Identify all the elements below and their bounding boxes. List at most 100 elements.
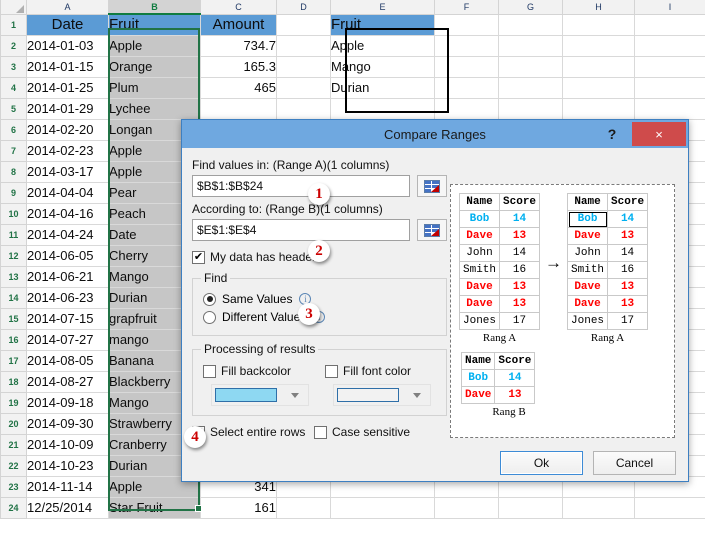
cell-h[interactable] <box>562 34 635 57</box>
cell-a[interactable]: 2014-01-03 <box>26 34 109 57</box>
row-header[interactable]: 23 <box>0 475 27 498</box>
row-header[interactable]: 4 <box>0 76 27 99</box>
cell-g[interactable] <box>498 55 563 78</box>
cell-a[interactable]: 2014-04-16 <box>26 202 109 225</box>
cell-a[interactable]: 2014-09-18 <box>26 391 109 414</box>
range-a-input[interactable] <box>192 175 410 197</box>
column-header-b[interactable]: B <box>108 0 201 15</box>
cell-f[interactable] <box>434 13 499 36</box>
case-sensitive-checkbox[interactable]: Case sensitive <box>314 425 410 439</box>
row-header[interactable]: 21 <box>0 433 27 456</box>
cell-h[interactable] <box>562 496 635 519</box>
row-header[interactable]: 18 <box>0 370 27 393</box>
row-header[interactable]: 19 <box>0 391 27 414</box>
backcolor-picker[interactable] <box>211 384 309 406</box>
cell-a[interactable]: 2014-09-30 <box>26 412 109 435</box>
cell-c[interactable]: 161 <box>200 496 277 519</box>
cell-c[interactable]: 465 <box>200 76 277 99</box>
cell-i[interactable] <box>634 55 705 78</box>
cell-e[interactable]: Durian <box>330 76 435 99</box>
cell-b[interactable]: Plum <box>108 76 201 99</box>
cell-d[interactable] <box>276 496 331 519</box>
compare-ranges-dialog[interactable]: Compare Ranges ? × Find values in: (Rang… <box>181 119 689 482</box>
cell-a[interactable]: 2014-10-09 <box>26 433 109 456</box>
cell-a[interactable]: 2014-08-05 <box>26 349 109 372</box>
cell-c[interactable]: 165.3 <box>200 55 277 78</box>
column-header-d[interactable]: D <box>276 0 331 15</box>
cell-e[interactable] <box>330 496 435 519</box>
cell-a[interactable]: 2014-04-04 <box>26 181 109 204</box>
cell-f[interactable] <box>434 496 499 519</box>
row-header[interactable]: 7 <box>0 139 27 162</box>
range-b-picker-button[interactable] <box>417 219 447 241</box>
cell-f[interactable] <box>434 76 499 99</box>
cell-i[interactable] <box>634 76 705 99</box>
cell-c[interactable] <box>200 97 277 120</box>
cell-e[interactable]: Apple <box>330 34 435 57</box>
fill-fontcolor-checkbox[interactable]: Fill font color <box>325 364 411 378</box>
cell-a[interactable]: 2014-02-20 <box>26 118 109 141</box>
cell-c[interactable]: 734.7 <box>200 34 277 57</box>
cell-b[interactable]: Star Fruit <box>108 496 201 519</box>
cell-d[interactable] <box>276 13 331 36</box>
cell-a[interactable]: 2014-02-23 <box>26 139 109 162</box>
column-header-i[interactable]: I <box>634 0 705 15</box>
row-header[interactable]: 15 <box>0 307 27 330</box>
range-b-input[interactable] <box>192 219 410 241</box>
row-header[interactable]: 3 <box>0 55 27 78</box>
different-values-radio[interactable]: Different Values i <box>203 310 438 324</box>
row-header[interactable]: 2 <box>0 34 27 57</box>
cell-h[interactable] <box>562 76 635 99</box>
select-all-corner[interactable] <box>0 0 27 15</box>
column-header-a[interactable]: A <box>26 0 109 15</box>
dialog-titlebar[interactable]: Compare Ranges ? × <box>182 120 688 148</box>
row-header[interactable]: 9 <box>0 181 27 204</box>
cell-g[interactable] <box>498 496 563 519</box>
help-icon[interactable]: ? <box>598 120 626 148</box>
cell-a[interactable]: 2014-07-15 <box>26 307 109 330</box>
row-header[interactable]: 5 <box>0 97 27 120</box>
cell-e[interactable]: Mango <box>330 55 435 78</box>
cell-i[interactable] <box>634 97 705 120</box>
cell-e[interactable]: Fruit <box>330 13 435 36</box>
cell-a[interactable]: 2014-04-24 <box>26 223 109 246</box>
row-header[interactable]: 11 <box>0 223 27 246</box>
ok-button[interactable]: Ok <box>500 451 583 475</box>
cell-a[interactable]: 2014-06-23 <box>26 286 109 309</box>
fill-backcolor-checkbox[interactable]: Fill backcolor <box>203 364 325 378</box>
cell-g[interactable] <box>498 97 563 120</box>
row-header[interactable]: 24 <box>0 496 27 519</box>
cell-c[interactable]: Amount <box>200 13 277 36</box>
cell-g[interactable] <box>498 76 563 99</box>
row-header[interactable]: 20 <box>0 412 27 435</box>
cell-g[interactable] <box>498 13 563 36</box>
cell-i[interactable] <box>634 496 705 519</box>
cell-e[interactable] <box>330 97 435 120</box>
row-header[interactable]: 14 <box>0 286 27 309</box>
same-values-radio[interactable]: Same Values i <box>203 292 438 306</box>
cell-b[interactable]: Fruit <box>108 13 201 36</box>
cell-a[interactable]: 2014-01-15 <box>26 55 109 78</box>
cell-a[interactable]: Date <box>26 13 109 36</box>
cell-a[interactable]: 2014-07-27 <box>26 328 109 351</box>
my-data-has-headers-checkbox[interactable]: ✔ My data has headers <box>192 250 322 264</box>
row-header[interactable]: 16 <box>0 328 27 351</box>
select-entire-rows-checkbox[interactable]: ✔ Select entire rows <box>192 425 314 439</box>
column-header-c[interactable]: C <box>200 0 277 15</box>
cell-f[interactable] <box>434 34 499 57</box>
row-header[interactable]: 6 <box>0 118 27 141</box>
cell-h[interactable] <box>562 13 635 36</box>
cell-g[interactable] <box>498 34 563 57</box>
close-icon[interactable]: × <box>632 122 686 146</box>
cell-d[interactable] <box>276 97 331 120</box>
column-header-g[interactable]: G <box>498 0 563 15</box>
cell-a[interactable]: 2014-10-23 <box>26 454 109 477</box>
row-header[interactable]: 22 <box>0 454 27 477</box>
cell-a[interactable]: 2014-01-29 <box>26 97 109 120</box>
cell-a[interactable]: 12/25/2014 <box>26 496 109 519</box>
row-header[interactable]: 17 <box>0 349 27 372</box>
cell-d[interactable] <box>276 34 331 57</box>
selection-fill-handle[interactable] <box>195 505 202 512</box>
cell-f[interactable] <box>434 55 499 78</box>
cell-a[interactable]: 2014-08-27 <box>26 370 109 393</box>
